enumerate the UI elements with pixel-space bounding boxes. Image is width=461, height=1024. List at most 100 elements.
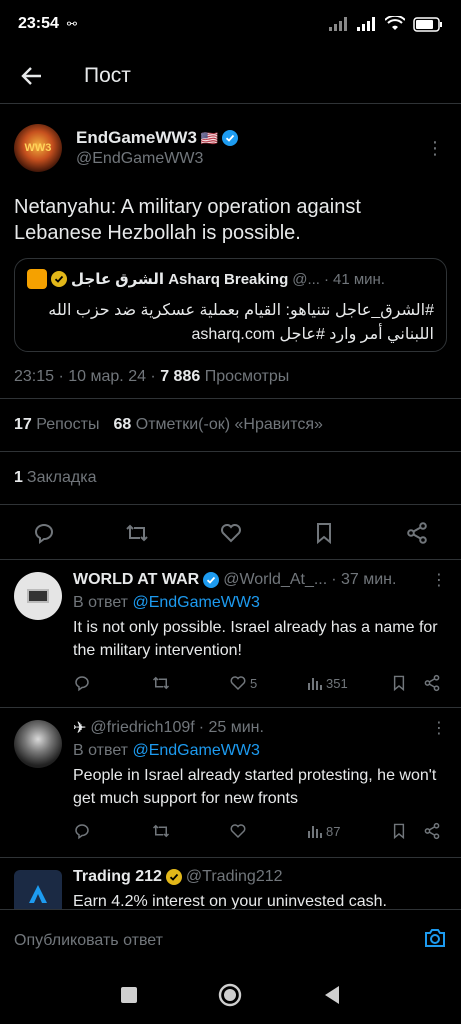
composer-placeholder[interactable]: Опубликовать ответ [14, 932, 163, 950]
reply-item[interactable]: WORLD AT WAR @World_At_... · 37 мин. ⋮ В… [0, 559, 461, 707]
camera-button[interactable] [423, 927, 447, 954]
reply-views-button[interactable]: 351 [307, 675, 391, 691]
square-icon [121, 987, 138, 1003]
share-icon [424, 674, 440, 692]
camera-icon [425, 929, 445, 947]
reply-views-count: 87 [326, 823, 341, 839]
reply-reply-button[interactable] [73, 674, 151, 692]
reply-composer[interactable]: Опубликовать ответ [0, 909, 461, 971]
reply-avatar[interactable] [14, 572, 62, 620]
reply-author-name: ✈ [73, 720, 87, 737]
signal-icon [329, 17, 347, 31]
reply-body: WORLD AT WAR @World_At_... · 37 мин. ⋮ В… [73, 570, 447, 692]
reply-views-count: 351 [326, 675, 348, 691]
more-options-icon[interactable]: ⋮ [431, 718, 447, 738]
reply-time: · 37 мин. [331, 571, 397, 588]
back-nav-button[interactable] [323, 985, 341, 1010]
quote-author-handle: @... [292, 270, 320, 288]
reply-text: Earn 4.2% interest on your uninvested ca… [73, 893, 387, 909]
bookmarks-count: 1 [14, 469, 23, 486]
share-icon [407, 522, 427, 544]
repost-icon [152, 824, 170, 838]
like-button[interactable] [217, 519, 245, 547]
main-tweet: WW3 EndGameWW3 🇺🇸 @EndGameWW3 ⋮ Netanyah… [0, 106, 461, 561]
heart-icon [230, 824, 246, 839]
reply-body: Trading 212 @Trading212 Earn 4.2% intere… [73, 868, 447, 909]
promoted-item[interactable]: Trading 212 @Trading212 Earn 4.2% intere… [0, 857, 461, 909]
repost-icon [126, 524, 148, 542]
likes-stat[interactable]: 68 Отметки(-ок) «Нравится» [114, 416, 323, 434]
reply-author-handle: @Trading212 [185, 868, 283, 885]
more-options-icon[interactable]: ⋮ [423, 138, 447, 159]
views-count: 7 886 [160, 368, 201, 385]
author-name: EndGameWW3 [76, 128, 197, 147]
reply-text: It is not only possible. Israel already … [73, 619, 438, 659]
home-button[interactable] [218, 983, 242, 1012]
reply-repost-button[interactable] [151, 674, 229, 692]
reply-like-button[interactable]: 5 [229, 674, 307, 692]
bookmark-button[interactable] [310, 519, 338, 547]
views-label: Просмотры [200, 368, 290, 385]
views-icon [308, 826, 322, 838]
reply-reply-button[interactable] [73, 822, 151, 840]
tweet-text: Netanyahu: A military operation against … [14, 196, 361, 244]
signal-icon-2 [357, 17, 375, 31]
status-bar: 23:54 ⚯ [0, 0, 461, 48]
reply-icon [34, 524, 53, 544]
bookmark-icon [393, 823, 405, 840]
reply-avatar[interactable] [14, 720, 62, 768]
bookmarks-stat[interactable]: 1 Закладка [0, 452, 461, 504]
likes-count: 68 [113, 416, 132, 433]
back-button[interactable] [0, 48, 64, 104]
reply-button[interactable] [30, 519, 58, 547]
reply-author-name: Trading 212 [73, 868, 162, 885]
reply-text: People in Israel already started protest… [73, 767, 437, 807]
reply-bookmark-button[interactable] [391, 822, 423, 840]
bookmarks-label: Закладка [26, 469, 97, 486]
reposts-stat[interactable]: 17 Репосты [14, 416, 100, 434]
reply-share-button[interactable] [423, 674, 441, 692]
heart-icon [220, 524, 241, 543]
wifi-icon [385, 16, 405, 30]
status-time: 23:54 [18, 15, 59, 32]
reply-item[interactable]: ✈ @friedrich109f · 25 мин. ⋮ В ответ @En… [0, 707, 461, 857]
reply-repost-button[interactable] [151, 822, 229, 840]
reply-like-button[interactable] [229, 822, 307, 840]
recents-button[interactable] [120, 986, 138, 1009]
reply-to-handle[interactable]: @EndGameWW3 [132, 594, 259, 611]
more-options-icon[interactable]: ⋮ [431, 570, 447, 590]
reply-to-line: В ответ @EndGameWW3 [73, 594, 447, 612]
top-header: Пост [0, 48, 461, 104]
link-icon: ⚯ [66, 17, 77, 31]
reposts-label: Репосты [36, 416, 100, 433]
author-row: WW3 EndGameWW3 🇺🇸 @EndGameWW3 ⋮ [0, 106, 461, 176]
reply-bookmark-button[interactable] [391, 674, 423, 692]
arrow-left-icon [21, 66, 41, 85]
reply-avatar[interactable] [14, 870, 62, 909]
reply-header: WORLD AT WAR @World_At_... · 37 мин. ⋮ [73, 570, 447, 590]
reply-to-prefix: В ответ [73, 742, 133, 759]
status-icons [329, 16, 443, 32]
reply-icon [75, 676, 89, 692]
verified-badge-icon [203, 572, 220, 588]
author-name-row[interactable]: EndGameWW3 🇺🇸 [76, 128, 239, 148]
repost-button[interactable] [123, 519, 151, 547]
reply-author-name: WORLD AT WAR [73, 571, 200, 588]
reply-to-prefix: В ответ [73, 594, 133, 611]
author-avatar[interactable]: WW3 [14, 124, 62, 172]
reply-author-handle: @friedrich109f [90, 719, 195, 736]
gold-verified-badge-icon [165, 869, 182, 885]
reply-to-handle[interactable]: @EndGameWW3 [132, 742, 259, 759]
quoted-tweet[interactable]: الشرق عاجل Asharq Breaking @... · 41 мин… [14, 258, 447, 352]
heart-icon [230, 676, 246, 691]
reposts-count: 17 [14, 416, 32, 433]
share-icon [424, 822, 440, 840]
reply-share-button[interactable] [423, 822, 441, 840]
views-icon [308, 678, 322, 690]
quote-header: الشرق عاجل Asharq Breaking @... · 41 мин… [27, 269, 434, 289]
share-button[interactable] [403, 519, 431, 547]
system-nav-bar [0, 971, 461, 1024]
reply-body: ✈ @friedrich109f · 25 мин. ⋮ В ответ @En… [73, 718, 447, 840]
reply-views-button[interactable]: 87 [307, 823, 391, 839]
author-handle[interactable]: @EndGameWW3 [76, 150, 238, 168]
